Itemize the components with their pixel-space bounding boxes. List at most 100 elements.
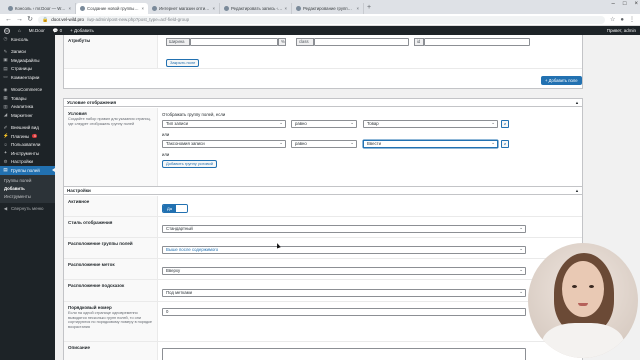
collapse-toggle-icon[interactable]: ▲ (575, 100, 579, 105)
user-icon: ☺ (3, 142, 8, 148)
favicon-icon (8, 6, 13, 11)
fields-icon: ▤ (3, 167, 8, 173)
rule1-operator-select[interactable]: равно (291, 120, 357, 128)
sidebar-item-marketing[interactable]: ◢ Маркетинг (0, 111, 55, 120)
submenu-item-tools[interactable]: Инструменты (0, 193, 55, 201)
plugin-icon: ⚡ (3, 133, 9, 139)
browser-tab[interactable]: Консоль ‹ mr.Door — WordPre…× (4, 3, 76, 14)
new-content-link[interactable]: + Добавить (70, 28, 94, 33)
submenu-item-field-groups[interactable]: Группы полей (0, 177, 55, 185)
browser-tab[interactable]: Редактирование группы полей…× (292, 3, 364, 14)
collapse-toggle-icon[interactable]: ▲ (575, 188, 579, 193)
description-input[interactable] (162, 348, 526, 360)
favicon-icon (152, 6, 157, 11)
active-toggle[interactable]: Да (162, 204, 188, 213)
close-icon[interactable]: × (141, 6, 144, 11)
settings-header[interactable]: Настройки ▲ (64, 187, 582, 195)
comment-icon: ▭ (3, 74, 8, 80)
menu-icon[interactable]: ⋮ (629, 16, 635, 23)
account-greeting[interactable]: Привет, admin (607, 28, 636, 33)
close-icon[interactable]: × (212, 6, 215, 11)
fields-postbox: Атрибуты Ширина % class id Закрыть поле … (63, 35, 583, 89)
close-icon[interactable]: × (284, 6, 287, 11)
rule2-operator-select[interactable]: равно (291, 140, 357, 148)
width-input[interactable] (190, 38, 278, 46)
sidebar-item-settings[interactable]: ⚙ Настройки (0, 158, 55, 167)
active-label: Активное (64, 196, 158, 216)
instruction-placement-select[interactable]: Под метками (162, 289, 526, 297)
id-prefix: id (414, 38, 424, 46)
dashboard-icon: ◷ (3, 36, 8, 42)
location-title: Условие отображения (67, 100, 117, 105)
comments-link[interactable]: 💬 0 (53, 28, 62, 34)
sidebar-item-products[interactable]: ▦ Товары (0, 94, 55, 103)
rule2-and-button[interactable]: и (501, 140, 509, 148)
presenter-face (562, 261, 604, 317)
settings-title: Настройки (67, 188, 91, 193)
sidebar-item-posts[interactable]: ✎ Записи (0, 48, 55, 57)
sidebar-item-analytics[interactable]: ▥ Аналитика (0, 103, 55, 112)
new-tab-button[interactable]: + (364, 3, 374, 14)
close-window-icon[interactable]: × (634, 1, 638, 7)
sidebar-item-users[interactable]: ☺ Пользователи (0, 141, 55, 150)
position-row: Расположение группы полей Выше после сод… (64, 238, 582, 259)
close-icon[interactable]: × (356, 6, 359, 11)
browser-tab-active[interactable]: Создание новой группы полей…× (76, 3, 148, 14)
favicon-icon (296, 6, 301, 11)
field-groups-submenu: Группы полей Добавить Инструменты (0, 174, 55, 203)
rule2-param-select[interactable]: Таксономия записи (162, 140, 286, 148)
browser-tab[interactable]: Интернет магазин оптики mi…× (148, 3, 220, 14)
sidebar-item-comments[interactable]: ▭ Комментарии (0, 73, 55, 82)
attributes-row: Атрибуты Ширина % class id Закрыть поле (64, 35, 582, 69)
address-bar[interactable]: 🔒 door.vel-wild.pro/wp-admin/post-new.ph… (38, 15, 605, 24)
maximize-icon[interactable]: □ (623, 1, 627, 7)
sidebar-item-woocommerce[interactable]: ◉ WooCommerce (0, 86, 55, 95)
rule1-and-button[interactable]: и (501, 120, 509, 128)
style-label: Стиль отображения (64, 217, 158, 237)
style-select[interactable]: Стандартный (162, 225, 526, 233)
reload-icon[interactable]: ↻ (27, 16, 33, 23)
id-input[interactable] (424, 38, 530, 46)
rule2-value-select[interactable]: Ввести (363, 140, 498, 148)
star-icon[interactable]: ☆ (610, 16, 615, 23)
rule1-param-select[interactable]: Тип записи (162, 120, 286, 128)
rule1-value-select[interactable]: Товар (363, 120, 498, 128)
sidebar-item-dashboard[interactable]: ◷ Консоль (0, 35, 55, 44)
forward-icon[interactable]: → (16, 16, 23, 23)
sidebar-item-media[interactable]: ▣ Медиафайлы (0, 56, 55, 65)
minimize-icon[interactable]: – (612, 1, 615, 7)
order-row: Порядковый номер Если на одной странице … (64, 302, 582, 342)
favicon-icon (80, 6, 85, 11)
add-rule-group-button[interactable]: Добавить группу условий (162, 160, 218, 168)
wordpress-logo-icon[interactable]: W (4, 27, 10, 34)
label-placement-select[interactable]: Вверху (162, 267, 526, 275)
back-icon[interactable]: ← (5, 16, 12, 23)
site-name-link[interactable]: Mr.Door (29, 28, 45, 33)
chart-icon: ▥ (3, 103, 8, 109)
pin-icon: ✎ (3, 48, 8, 54)
order-input[interactable]: 0 (162, 308, 526, 316)
add-field-button[interactable]: + Добавить поле (541, 76, 582, 85)
profile-icon[interactable]: ● (620, 17, 624, 23)
position-label: Расположение группы полей (64, 238, 158, 258)
submenu-item-add-new[interactable]: Добавить (0, 185, 55, 193)
close-field-button[interactable]: Закрыть поле (166, 59, 200, 67)
browser-toolbar: ← → ↻ 🔒 door.vel-wild.pro/wp-admin/post-… (0, 14, 640, 26)
collapse-icon: ◀ (3, 205, 8, 211)
browser-tab[interactable]: Редактировать запись ‹ Mr.D…× (220, 3, 292, 14)
sidebar-item-appearance[interactable]: ✐ Внешний вид (0, 124, 55, 133)
sidebar-item-plugins[interactable]: ⚡ Плагины 4 (0, 132, 55, 141)
show-if-label: Отображать группу полей, если (162, 112, 226, 117)
collapse-menu-button[interactable]: ◀ Свернуть меню (0, 205, 55, 214)
sidebar-item-pages[interactable]: ▤ Страницы (0, 65, 55, 74)
megaphone-icon: ◢ (3, 112, 8, 118)
position-select[interactable]: Выше после содержимого (162, 246, 526, 254)
close-icon[interactable]: × (68, 6, 71, 11)
sidebar-item-field-groups[interactable]: ▤ Группы полей (0, 166, 55, 175)
location-header[interactable]: Условие отображения ▲ (64, 99, 582, 107)
label-placement-label: Расположение меток (64, 259, 158, 279)
class-input[interactable] (314, 38, 409, 46)
sidebar-item-tools[interactable]: ✦ Инструменты (0, 149, 55, 158)
rules-label: Условия (68, 111, 87, 116)
lock-icon: 🔒 (42, 16, 49, 23)
